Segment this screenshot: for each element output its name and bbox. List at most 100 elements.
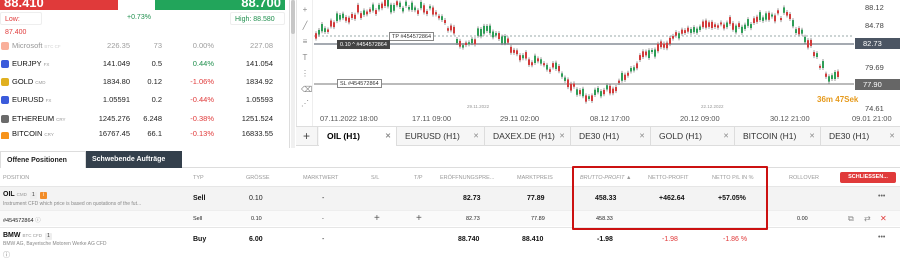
x-tick: 07.11.2022 18:00 bbox=[320, 114, 378, 123]
candle bbox=[630, 68, 632, 72]
candle bbox=[723, 24, 725, 29]
instrument-name: GOLD CMD bbox=[12, 77, 46, 86]
order-id: #454572864 bbox=[3, 218, 34, 224]
candle bbox=[354, 14, 356, 19]
candle bbox=[426, 11, 428, 15]
watchlist-item[interactable]: EURJPY FX 141.049 0.5 0.44% 141.054 bbox=[0, 55, 290, 73]
chart-tab[interactable]: BITCOIN (H1) ✕ bbox=[735, 127, 821, 146]
close-tab-icon[interactable]: ✕ bbox=[473, 127, 479, 146]
line-tool-icon[interactable]: ╱ bbox=[301, 22, 309, 30]
candle bbox=[417, 10, 419, 14]
col-tp[interactable]: T/P bbox=[414, 175, 423, 181]
add-tp-icon[interactable]: + bbox=[416, 213, 422, 224]
candle bbox=[435, 12, 437, 15]
col-typ[interactable]: Typ bbox=[193, 175, 204, 181]
close-tab-icon[interactable]: ✕ bbox=[809, 127, 815, 146]
bid-price: 16767.45 bbox=[98, 129, 130, 138]
col-position[interactable]: Position bbox=[3, 175, 29, 181]
change-pct: 0.00% bbox=[192, 41, 214, 50]
count-badge: 1 bbox=[44, 233, 52, 240]
x-tick: 08.12 17:00 bbox=[590, 114, 630, 123]
copy-icon[interactable]: ⧉ bbox=[848, 214, 854, 224]
candle bbox=[432, 7, 434, 15]
info-icon[interactable]: ⓘ bbox=[35, 218, 41, 224]
position-label[interactable]: 0.10 ^ #454572864 bbox=[337, 40, 390, 49]
close-tab-icon[interactable]: ✕ bbox=[559, 127, 565, 146]
crosshair-icon[interactable]: + bbox=[301, 6, 309, 14]
info-icon[interactable]: i bbox=[39, 192, 47, 199]
col-open-price[interactable]: Eröffnungspre... bbox=[440, 175, 494, 181]
candle bbox=[708, 22, 710, 27]
col-sl[interactable]: S/L bbox=[371, 175, 379, 181]
tab-pending-orders[interactable]: Schwebende Aufträge bbox=[86, 151, 182, 168]
watchlist-item[interactable]: GOLD CMD 1834.80 0.12 -1.06% 1834.92 bbox=[0, 73, 290, 91]
sl-label[interactable]: SL #454572864 bbox=[337, 79, 382, 88]
close-tab-icon[interactable]: ✕ bbox=[639, 127, 645, 146]
delete-icon[interactable]: ⌫ bbox=[301, 86, 312, 94]
candle bbox=[732, 23, 734, 30]
table-row[interactable]: BMW BTC CFD 1 BMW AG, Bayerische Motoren … bbox=[0, 227, 900, 259]
tp-label[interactable]: TP #454572864 bbox=[389, 32, 435, 41]
close-icon[interactable]: ✕ bbox=[880, 214, 887, 223]
candle bbox=[615, 87, 617, 92]
close-all-button[interactable]: SCHLIESSEN... bbox=[840, 172, 896, 183]
candle bbox=[807, 40, 809, 48]
candle bbox=[600, 91, 602, 97]
scrollbar-thumb[interactable] bbox=[291, 0, 295, 34]
buy-price-box[interactable]: 88.700 bbox=[155, 0, 285, 10]
candle bbox=[750, 24, 752, 29]
candle bbox=[438, 15, 440, 19]
col-rollover[interactable]: Rollover bbox=[789, 175, 819, 181]
watchlist-item[interactable]: BITCOIN CRY 16767.45 66.1 -0.13% 16833.55 bbox=[0, 127, 290, 139]
candle bbox=[555, 62, 557, 70]
watchlist-item[interactable]: ETHEREUM CRY 1245.276 6.248 -0.38% 1251.524 bbox=[0, 110, 290, 128]
x-tick: 20.12 09:00 bbox=[680, 114, 720, 123]
ruler-icon[interactable]: ≡ bbox=[301, 38, 309, 46]
candle bbox=[639, 55, 641, 61]
close-tab-icon[interactable]: ✕ bbox=[889, 127, 895, 146]
more-icon[interactable]: ••• bbox=[878, 193, 885, 200]
close-tab-icon[interactable]: ✕ bbox=[723, 127, 729, 146]
close-tab-icon[interactable]: ✕ bbox=[385, 127, 391, 146]
fib-tool-icon[interactable]: ⋮ bbox=[301, 70, 309, 78]
watchlist-item[interactable]: Microsoft BTC CF 226.35 73 0.00% 227.08 bbox=[0, 37, 290, 55]
spread: 0.2 bbox=[151, 95, 162, 104]
col-market-value[interactable]: Marktwert bbox=[303, 175, 338, 181]
chart-tab[interactable]: GOLD (H1) ✕ bbox=[651, 127, 735, 146]
col-size[interactable]: Grösse bbox=[246, 175, 270, 181]
reverse-icon[interactable]: ⇄ bbox=[864, 214, 871, 223]
candle bbox=[699, 26, 701, 30]
add-chart-button[interactable]: + bbox=[296, 127, 318, 146]
chart-tab[interactable]: OIL (H1) ✕ bbox=[319, 127, 397, 146]
more-icon[interactable]: ••• bbox=[878, 234, 885, 241]
market-price: 77.89 bbox=[531, 216, 545, 222]
text-tool-icon[interactable]: T bbox=[301, 54, 309, 62]
candle bbox=[552, 63, 554, 68]
sell-price-box[interactable]: 88.410 bbox=[0, 0, 118, 10]
col-market-price[interactable]: Marktpreis bbox=[517, 175, 553, 181]
watchlist-scrollbar[interactable] bbox=[291, 0, 295, 148]
watchlist-item[interactable]: EURUSD FX 1.05591 0.2 -0.44% 1.05593 bbox=[0, 91, 290, 109]
info-icon[interactable]: ⓘ bbox=[3, 250, 10, 259]
candle bbox=[813, 52, 815, 57]
tab-open-positions[interactable]: Offene Positionen bbox=[0, 151, 86, 168]
share-icon[interactable]: ⋰ bbox=[301, 100, 309, 108]
chart-tab[interactable]: DAXEX.DE (H1) ✕ bbox=[485, 127, 571, 146]
chart-tab[interactable]: DE30 (H1) ✕ bbox=[821, 127, 900, 146]
candle bbox=[327, 29, 329, 32]
price-chart[interactable] bbox=[314, 0, 854, 112]
sl-price-tag: 77.90 bbox=[855, 79, 900, 90]
candle bbox=[795, 29, 797, 33]
add-sl-icon[interactable]: + bbox=[374, 213, 380, 224]
candle bbox=[636, 63, 638, 69]
candle bbox=[444, 20, 446, 24]
chart-tab[interactable]: DE30 (H1) ✕ bbox=[571, 127, 651, 146]
candle bbox=[324, 28, 326, 32]
candle bbox=[453, 26, 455, 34]
instrument-name: Microsoft BTC CF bbox=[12, 41, 61, 50]
chart-tab[interactable]: EURUSD (H1) ✕ bbox=[397, 127, 485, 146]
candle bbox=[339, 14, 341, 20]
candle bbox=[624, 74, 626, 80]
open-price: 88.740 bbox=[458, 236, 480, 243]
instrument-icon bbox=[1, 42, 9, 50]
